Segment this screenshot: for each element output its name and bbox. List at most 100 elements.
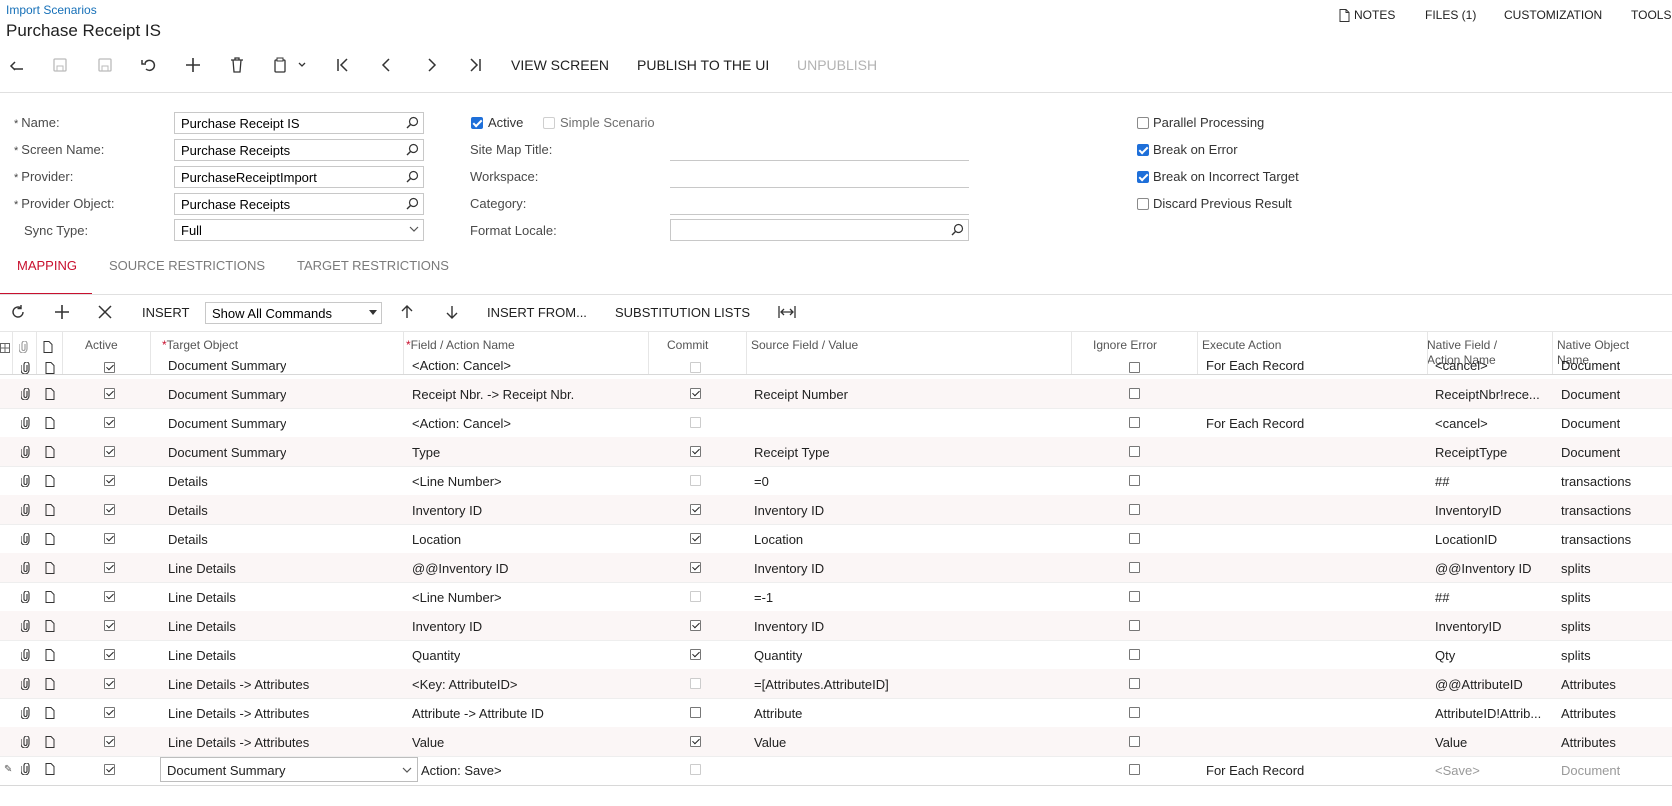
source-field-cell[interactable]: Inventory ID (754, 619, 824, 634)
tab-source-restrictions[interactable]: SOURCE RESTRICTIONS (109, 258, 265, 273)
provider-object-field[interactable]: Purchase Receipts (174, 193, 424, 215)
target-object-cell[interactable]: Line Details (168, 648, 236, 663)
execute-action-cell[interactable]: For Each Record (1206, 416, 1304, 431)
last-icon[interactable] (464, 54, 486, 76)
search-icon[interactable] (406, 170, 419, 183)
column-field-action[interactable]: *Field / Action Name (406, 338, 515, 353)
copy-paste-icon[interactable] (270, 54, 310, 76)
source-field-cell[interactable]: Value (754, 735, 786, 750)
ignore-error-checkbox[interactable] (1129, 417, 1140, 428)
source-field-cell[interactable]: Receipt Number (754, 387, 848, 402)
attachment-icon[interactable] (20, 590, 30, 608)
insert-from-button[interactable]: INSERT FROM... (487, 305, 587, 320)
field-cell[interactable]: Action: Save> (421, 763, 502, 778)
commit-checkbox[interactable] (690, 533, 701, 544)
previous-icon[interactable] (376, 54, 398, 76)
field-action-cell[interactable]: Inventory ID (412, 619, 482, 634)
row-active-checkbox[interactable] (104, 649, 115, 660)
attachment-icon[interactable] (20, 735, 30, 753)
breadcrumb[interactable]: Import Scenarios (6, 3, 97, 17)
simple-scenario-checkbox[interactable] (543, 117, 555, 129)
attachment-icon[interactable] (20, 474, 30, 492)
view-screen-button[interactable]: VIEW SCREEN (511, 57, 609, 73)
row-active-checkbox[interactable] (104, 764, 115, 775)
search-icon[interactable] (406, 143, 419, 156)
table-row[interactable]: Document Summary Receipt Nbr. -> Receipt … (0, 379, 1672, 409)
category-field[interactable] (670, 214, 969, 215)
table-row[interactable]: Line Details Quantity Quantity Qty splits (0, 640, 1672, 670)
ignore-error-checkbox[interactable] (1129, 475, 1140, 486)
note-icon[interactable] (45, 763, 55, 775)
target-object-cell[interactable]: Document Summary (168, 445, 286, 460)
ignore-error-checkbox[interactable] (1129, 764, 1140, 775)
table-row[interactable]: Line Details Inventory ID Inventory ID Inve… (0, 611, 1672, 641)
row-active-checkbox[interactable] (104, 678, 115, 689)
commit-checkbox[interactable] (690, 736, 701, 747)
commit-checkbox[interactable] (690, 764, 701, 775)
ignore-error-checkbox[interactable] (1129, 446, 1140, 457)
attachment-icon[interactable] (20, 561, 30, 579)
row-active-checkbox[interactable] (104, 388, 115, 399)
note-icon[interactable] (45, 561, 55, 579)
commit-checkbox[interactable] (690, 446, 701, 457)
field-action-cell[interactable]: <Action: Cancel> (412, 416, 511, 431)
tab-mapping[interactable]: MAPPING (17, 258, 77, 273)
parallel-processing-checkbox[interactable] (1137, 117, 1149, 129)
column-target-object[interactable]: *Target Object (162, 338, 238, 353)
commit-checkbox[interactable] (690, 591, 701, 602)
field-action-cell[interactable]: <Action: Cancel> (412, 361, 511, 373)
field-action-cell[interactable]: @@Inventory ID (412, 561, 508, 576)
field-action-cell[interactable]: <Line Number> (412, 474, 502, 489)
source-field-cell[interactable]: Quantity (754, 648, 802, 663)
screen-name-field[interactable]: Purchase Receipts (174, 139, 424, 161)
command-filter-select[interactable]: Show All Commands (205, 302, 382, 324)
attachment-icon[interactable] (20, 445, 30, 463)
field-action-cell[interactable]: Quantity (412, 648, 460, 663)
ignore-error-checkbox[interactable] (1129, 562, 1140, 573)
target-object-select[interactable]: Document Summary (160, 757, 418, 782)
row-active-checkbox[interactable] (104, 591, 115, 602)
target-object-cell[interactable]: Line Details (168, 590, 236, 605)
note-icon[interactable] (45, 648, 55, 666)
move-down-icon[interactable] (445, 305, 459, 324)
field-action-cell[interactable]: <Key: AttributeID> (412, 677, 518, 692)
note-icon[interactable] (45, 590, 55, 608)
delete-icon[interactable] (226, 54, 248, 76)
attachment-icon[interactable] (20, 648, 30, 666)
column-active[interactable]: Active (85, 338, 118, 353)
table-row[interactable]: Details Inventory ID Inventory ID Inventory… (0, 495, 1672, 525)
column-ignore-error[interactable]: Ignore Error (1093, 338, 1157, 353)
notes-button[interactable]: NOTES (1339, 8, 1395, 22)
target-object-cell[interactable]: Line Details (168, 619, 236, 634)
refresh-icon[interactable] (10, 304, 26, 325)
note-icon[interactable] (45, 361, 55, 379)
search-icon[interactable] (406, 116, 419, 129)
note-icon[interactable] (45, 416, 55, 434)
break-on-incorrect-target-checkbox[interactable] (1137, 171, 1149, 183)
ignore-error-checkbox[interactable] (1129, 362, 1140, 373)
add-icon[interactable] (182, 54, 204, 76)
note-icon[interactable] (45, 387, 55, 405)
note-icon[interactable] (45, 735, 55, 753)
target-object-cell[interactable]: Line Details -> Attributes (168, 706, 309, 721)
row-active-checkbox[interactable] (104, 736, 115, 747)
source-field-cell[interactable]: Location (754, 532, 803, 547)
table-row[interactable]: Document Summary Type Receipt Type ReceiptT… (0, 437, 1672, 467)
field-action-cell[interactable]: Type (412, 445, 440, 460)
execute-action-cell[interactable]: For Each Record (1206, 361, 1304, 373)
row-active-checkbox[interactable] (104, 362, 115, 373)
ignore-error-checkbox[interactable] (1129, 591, 1140, 602)
active-checkbox[interactable] (471, 117, 483, 129)
files-button[interactable]: FILES (1) (1425, 8, 1476, 22)
column-commit[interactable]: Commit (667, 338, 708, 353)
column-execute-action[interactable]: Execute Action (1202, 338, 1281, 353)
table-row[interactable]: Line Details -> Attributes <Key: Attribut… (0, 669, 1672, 699)
note-icon[interactable] (45, 503, 55, 521)
ignore-error-checkbox[interactable] (1129, 678, 1140, 689)
execute-action-cell[interactable]: For Each Record (1206, 763, 1304, 778)
target-object-cell[interactable]: Line Details -> Attributes (168, 677, 309, 692)
ignore-error-checkbox[interactable] (1129, 620, 1140, 631)
tab-target-restrictions[interactable]: TARGET RESTRICTIONS (297, 258, 449, 273)
row-active-checkbox[interactable] (104, 533, 115, 544)
field-action-cell[interactable]: Location (412, 532, 461, 547)
